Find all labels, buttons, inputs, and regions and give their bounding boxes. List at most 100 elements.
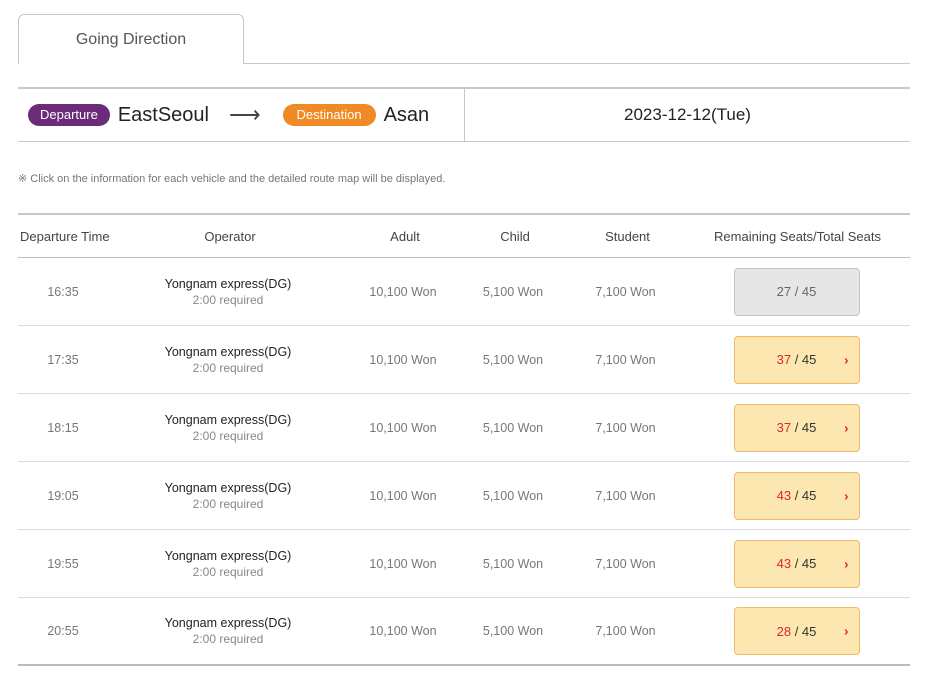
select-seats-button[interactable]: 37 / 45 › — [733, 403, 860, 452]
seat-separator: / — [791, 284, 802, 299]
operator-name: Yongnam express(DG) — [164, 480, 292, 495]
chevron-right-icon: › — [844, 488, 849, 503]
header-seats: Remaining Seats/Total Seats — [714, 228, 881, 244]
operator-cell: Yongnam express(DG) 2:00 required — [108, 345, 348, 375]
seat-separator: / — [791, 352, 802, 367]
header-operator: Operator — [204, 228, 256, 244]
adult-fare: 10,100 Won — [369, 488, 437, 503]
chevron-right-icon: › — [844, 352, 849, 367]
total-seats: 45 — [801, 352, 817, 367]
total-seats: 45 — [801, 284, 817, 299]
operator-name: Yongnam express(DG) — [164, 616, 292, 630]
child-fare: 5,100 Won — [482, 624, 544, 638]
table-row[interactable]: 19:55 Yongnam express(DG) 2:00 required … — [18, 530, 910, 598]
operator-cell: Yongnam express(DG) 2:00 required — [108, 277, 348, 307]
header-adult: Adult — [390, 228, 420, 244]
trip-duration: 2:00 required — [192, 632, 264, 646]
header-student: Student — [605, 228, 650, 244]
departure-city: EastSeoul — [117, 103, 209, 126]
route-summary: Departure EastSeoul ⟶ Destination Asan 2… — [18, 87, 910, 142]
child-fare: 5,100 Won — [482, 420, 544, 435]
header-departure-time: Departure Time — [20, 228, 110, 244]
remaining-seats: 37 — [776, 420, 792, 435]
seats-button-full: 27 / 45 — [733, 267, 860, 316]
notice-text: ※ Click on the information for each vehi… — [18, 173, 446, 185]
operator-cell: Yongnam express(DG) 2:00 required — [108, 413, 348, 443]
table-row[interactable]: 19:05 Yongnam express(DG) 2:00 required … — [18, 462, 910, 530]
remaining-seats: 27 — [776, 284, 792, 299]
select-seats-button[interactable]: 28 / 45 › — [733, 607, 860, 655]
seat-separator: / — [791, 623, 802, 639]
schedule-table: Departure Time Operator Adult Child Stud… — [18, 213, 910, 666]
student-fare: 7,100 Won — [595, 352, 656, 367]
departure-time: 16:35 — [47, 284, 79, 299]
operator-name: Yongnam express(DG) — [164, 276, 292, 291]
adult-fare: 10,100 Won — [369, 284, 437, 299]
remaining-seats: 43 — [776, 488, 792, 503]
remaining-seats: 37 — [776, 352, 792, 367]
operator-cell: Yongnam express(DG) 2:00 required — [108, 481, 348, 511]
operator-name: Yongnam express(DG) — [164, 548, 292, 563]
student-fare: 7,100 Won — [595, 556, 656, 571]
table-row[interactable]: 17:35 Yongnam express(DG) 2:00 required … — [18, 326, 910, 394]
tab-label: Going Direction — [75, 30, 187, 48]
student-fare: 7,100 Won — [595, 488, 656, 503]
trip-duration: 2:00 required — [192, 360, 264, 375]
trip-duration: 2:00 required — [192, 428, 264, 443]
table-row[interactable]: 16:35 Yongnam express(DG) 2:00 required … — [18, 258, 910, 326]
seat-separator: / — [791, 488, 802, 503]
child-fare: 5,100 Won — [482, 284, 544, 299]
table-header: Departure Time Operator Adult Child Stud… — [18, 213, 910, 258]
select-seats-button[interactable]: 43 / 45 › — [733, 539, 860, 588]
right-arrow-icon: ⟶ — [228, 102, 261, 127]
operator-name: Yongnam express(DG) — [164, 344, 292, 359]
chevron-right-icon: › — [844, 623, 849, 639]
adult-fare: 10,100 Won — [369, 556, 437, 571]
table-row[interactable]: 18:15 Yongnam express(DG) 2:00 required … — [18, 394, 910, 462]
operator-cell: Yongnam express(DG) 2:00 required — [108, 616, 348, 646]
departure-time: 20:55 — [47, 624, 79, 638]
seats-cell: 37 / 45 › — [683, 335, 910, 384]
remaining-seats: 28 — [776, 623, 792, 639]
seats-cell: 43 / 45 › — [683, 471, 910, 520]
select-seats-button[interactable]: 37 / 45 › — [733, 335, 860, 384]
student-fare: 7,100 Won — [595, 284, 656, 299]
total-seats: 45 — [801, 488, 817, 503]
tab-divider — [244, 63, 910, 64]
header-child: Child — [500, 228, 530, 244]
adult-fare: 10,100 Won — [369, 352, 437, 367]
seat-separator: / — [791, 556, 802, 571]
seat-separator: / — [791, 420, 802, 435]
child-fare: 5,100 Won — [482, 352, 544, 367]
chevron-right-icon: › — [844, 556, 849, 571]
child-fare: 5,100 Won — [482, 488, 544, 503]
remaining-seats: 43 — [776, 556, 792, 571]
destination-city: Asan — [383, 103, 430, 126]
seats-cell: 28 / 45 › — [683, 607, 910, 655]
adult-fare: 10,100 Won — [369, 624, 437, 638]
route-cities: Departure EastSeoul ⟶ Destination Asan — [18, 89, 465, 141]
trip-duration: 2:00 required — [192, 564, 264, 579]
student-fare: 7,100 Won — [595, 420, 656, 435]
trip-duration: 2:00 required — [192, 496, 264, 511]
operator-name: Yongnam express(DG) — [164, 412, 292, 427]
tab-going-direction[interactable]: Going Direction — [18, 14, 244, 64]
travel-date: 2023-12-12(Tue) — [624, 105, 751, 124]
table-row[interactable]: 20:55 Yongnam express(DG) 2:00 required … — [18, 598, 910, 666]
total-seats: 45 — [801, 420, 817, 435]
trip-duration: 2:00 required — [192, 292, 264, 307]
chevron-right-icon: › — [844, 420, 849, 435]
child-fare: 5,100 Won — [482, 556, 544, 571]
departure-time: 19:55 — [47, 556, 79, 571]
seats-cell: 27 / 45 — [683, 267, 910, 316]
departure-time: 17:35 — [47, 352, 79, 367]
destination-badge: Destination — [282, 104, 376, 126]
select-seats-button[interactable]: 43 / 45 › — [733, 471, 860, 520]
total-seats: 45 — [801, 623, 817, 639]
student-fare: 7,100 Won — [595, 624, 656, 638]
operator-cell: Yongnam express(DG) 2:00 required — [108, 549, 348, 579]
departure-time: 18:15 — [47, 420, 79, 435]
seats-cell: 37 / 45 › — [683, 403, 910, 452]
total-seats: 45 — [801, 556, 817, 571]
seats-cell: 43 / 45 › — [683, 539, 910, 588]
